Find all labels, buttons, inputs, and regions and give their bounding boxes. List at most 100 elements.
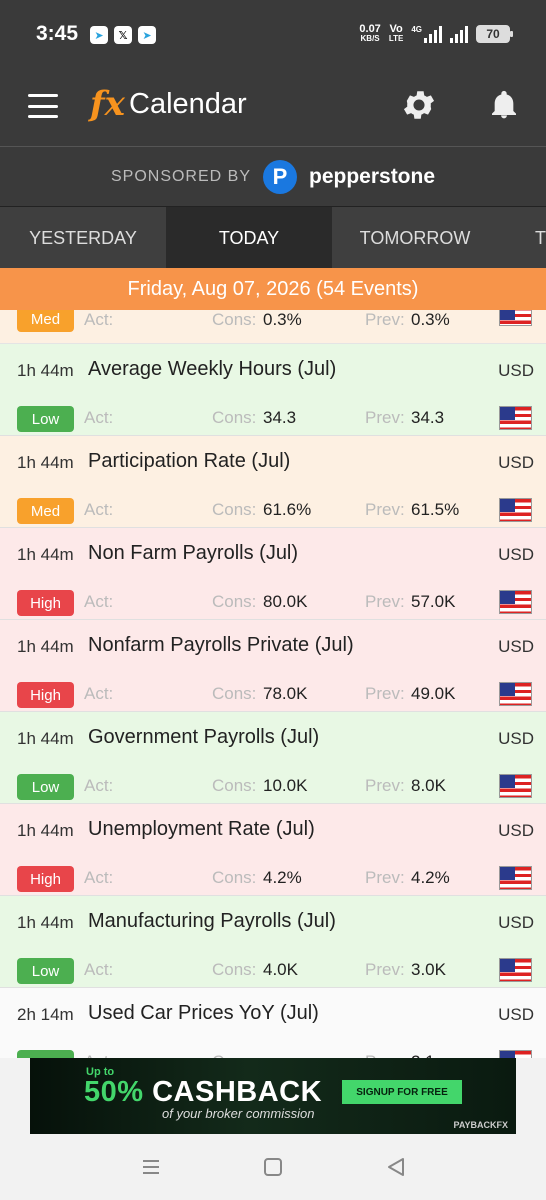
recents-menu-icon[interactable] — [140, 1156, 162, 1178]
list-item[interactable]: 1h 44m Government Payrolls (Jul) USD Low Act… — [0, 712, 546, 804]
back-icon[interactable] — [385, 1156, 407, 1178]
sponsor-brand: pepperstone — [309, 164, 436, 188]
menu-icon[interactable] — [28, 94, 58, 118]
event-title: Government Payrolls (Jul) — [88, 726, 320, 748]
battery-icon: 70 — [476, 25, 513, 43]
ad-banner[interactable]: Up to 50% CASHBACK of your broker commis… — [0, 1058, 546, 1134]
consensus-label: Cons: — [212, 592, 257, 611]
x-app-icon: 𝕏 — [114, 26, 132, 44]
consensus-value: 4.2% — [263, 868, 302, 887]
list-item[interactable]: 1h 44m Average Weekly Hours (Jul) USD Low Ac… — [0, 344, 546, 436]
event-time: 1h 44m — [17, 729, 74, 748]
impact-badge: Low — [17, 958, 74, 984]
previous-label: Prev: — [365, 684, 405, 703]
us-flag-icon — [499, 310, 532, 326]
status-indicators: 0.07 KB/S Vo LTE 4G 70 — [359, 24, 513, 44]
sponsor-label: SPONSORED BY — [110, 167, 251, 185]
actual-label: Act: — [84, 310, 114, 329]
events-list[interactable]: Med Act: Cons: 0.3% Prev: 0.3% 1h 44m Ave… — [0, 310, 546, 1058]
consensus-value: 4.0K — [263, 960, 298, 979]
tab-tomorrow[interactable]: TOMORROW — [332, 207, 498, 269]
consensus-value: 61.6% — [263, 500, 312, 519]
previous-label: Prev: — [365, 960, 405, 979]
consensus-label: Cons: — [212, 684, 257, 703]
event-title: Used Car Prices YoY (Jul) — [88, 1002, 319, 1024]
previous-label: Prev: — [365, 868, 405, 887]
list-item[interactable]: Med Act: Cons: 0.3% Prev: 0.3% — [0, 310, 546, 344]
us-flag-icon — [499, 774, 532, 798]
previous-value: 57.0K — [411, 592, 456, 611]
consensus-label: Cons: — [212, 500, 257, 519]
impact-badge: Low — [17, 406, 74, 432]
event-currency: USD — [498, 453, 534, 472]
impact-badge: Med — [17, 498, 74, 524]
list-item[interactable]: 1h 44m Participation Rate (Jul) USD Med Act:… — [0, 436, 546, 528]
impact-badge: High — [17, 590, 74, 616]
event-currency: USD — [498, 637, 534, 656]
event-title: Nonfarm Payrolls Private (Jul) — [88, 634, 354, 656]
previous-label: Prev: — [365, 408, 405, 427]
previous-value: 0.3% — [411, 310, 450, 329]
event-currency: USD — [498, 821, 534, 840]
previous-value: 49.0K — [411, 684, 456, 703]
event-time: 1h 44m — [17, 361, 74, 380]
notification-bell-icon[interactable] — [488, 86, 520, 124]
status-time: 3:45 — [36, 22, 79, 45]
list-item[interactable]: 1h 44m Nonfarm Payrolls Private (Jul) USD H… — [0, 620, 546, 712]
actual-label: Act: — [84, 592, 114, 611]
previous-value: 4.2% — [411, 868, 450, 887]
previous-value: 34.3 — [411, 408, 445, 427]
day-tabs: YESTERDAY TODAY TOMORROW T — [0, 206, 546, 269]
previous-value: 8.0K — [411, 776, 446, 795]
ad-signup-button[interactable]: SIGNUP FOR FREE — [342, 1080, 462, 1104]
app-bar: fx Calendar — [0, 72, 546, 146]
impact-badge: High — [17, 682, 74, 708]
date-banner: Friday, Aug 07, 2026 (54 Events) — [0, 268, 546, 310]
impact-badge: Low — [17, 774, 74, 800]
us-flag-icon — [499, 1050, 532, 1058]
us-flag-icon — [499, 682, 532, 706]
consensus-label: Cons: — [212, 408, 257, 427]
actual-label: Act: — [84, 868, 114, 887]
tab-yesterday[interactable]: YESTERDAY — [0, 207, 166, 269]
list-item[interactable]: 2h 14mUsed Car Prices YoY (Jul)USDLowAct… — [0, 988, 546, 1058]
home-icon[interactable] — [262, 1156, 284, 1178]
notification-icons: ➤ 𝕏 ➤ — [90, 26, 156, 44]
event-currency: USD — [498, 1005, 534, 1024]
list-item[interactable]: 1h 44m Unemployment Rate (Jul) USD High Act:… — [0, 804, 546, 896]
consensus-label: Cons: — [212, 868, 257, 887]
tab-next[interactable]: T — [498, 207, 546, 269]
ad-creative[interactable]: Up to 50% CASHBACK of your broker commis… — [30, 1058, 516, 1134]
event-title: Non Farm Payrolls (Jul) — [88, 542, 299, 564]
consensus-value: 10.0K — [263, 776, 308, 795]
sponsor-banner[interactable]: SPONSORED BY P pepperstone — [0, 146, 546, 206]
consensus-value: 34.3 — [263, 408, 297, 427]
us-flag-icon — [499, 406, 532, 430]
actual-label: Act: — [84, 408, 114, 427]
event-time: 1h 44m — [17, 637, 74, 656]
settings-gear-icon[interactable] — [400, 86, 438, 124]
consensus-label: Cons: — [212, 310, 257, 329]
list-item[interactable]: 1h 44m Non Farm Payrolls (Jul) USD High Act:… — [0, 528, 546, 620]
impact-badge: High — [17, 866, 74, 892]
previous-value: 61.5% — [411, 500, 460, 519]
event-currency: USD — [498, 913, 534, 932]
actual-label: Act: — [84, 776, 114, 795]
event-time: 1h 44m — [17, 913, 74, 932]
event-time: 1h 44m — [17, 453, 74, 472]
event-title: Average Weekly Hours (Jul) — [88, 358, 337, 380]
signal-icon-2 — [450, 25, 468, 43]
event-currency: USD — [498, 545, 534, 564]
us-flag-icon — [499, 498, 532, 522]
list-item[interactable]: 1h 44m Manufacturing Payrolls (Jul) USD Low… — [0, 896, 546, 988]
telegram-icon: ➤ — [90, 26, 108, 44]
telegram-icon: ➤ — [138, 26, 156, 44]
ad-brand: PAYBACKFX — [453, 1120, 508, 1130]
app-logo: fx — [90, 84, 125, 124]
previous-value: 3.0K — [411, 960, 446, 979]
us-flag-icon — [499, 590, 532, 614]
consensus-value: 0.3% — [263, 310, 302, 329]
tab-today[interactable]: TODAY — [166, 207, 332, 269]
previous-label: Prev: — [365, 776, 405, 795]
event-time: 1h 44m — [17, 545, 74, 564]
